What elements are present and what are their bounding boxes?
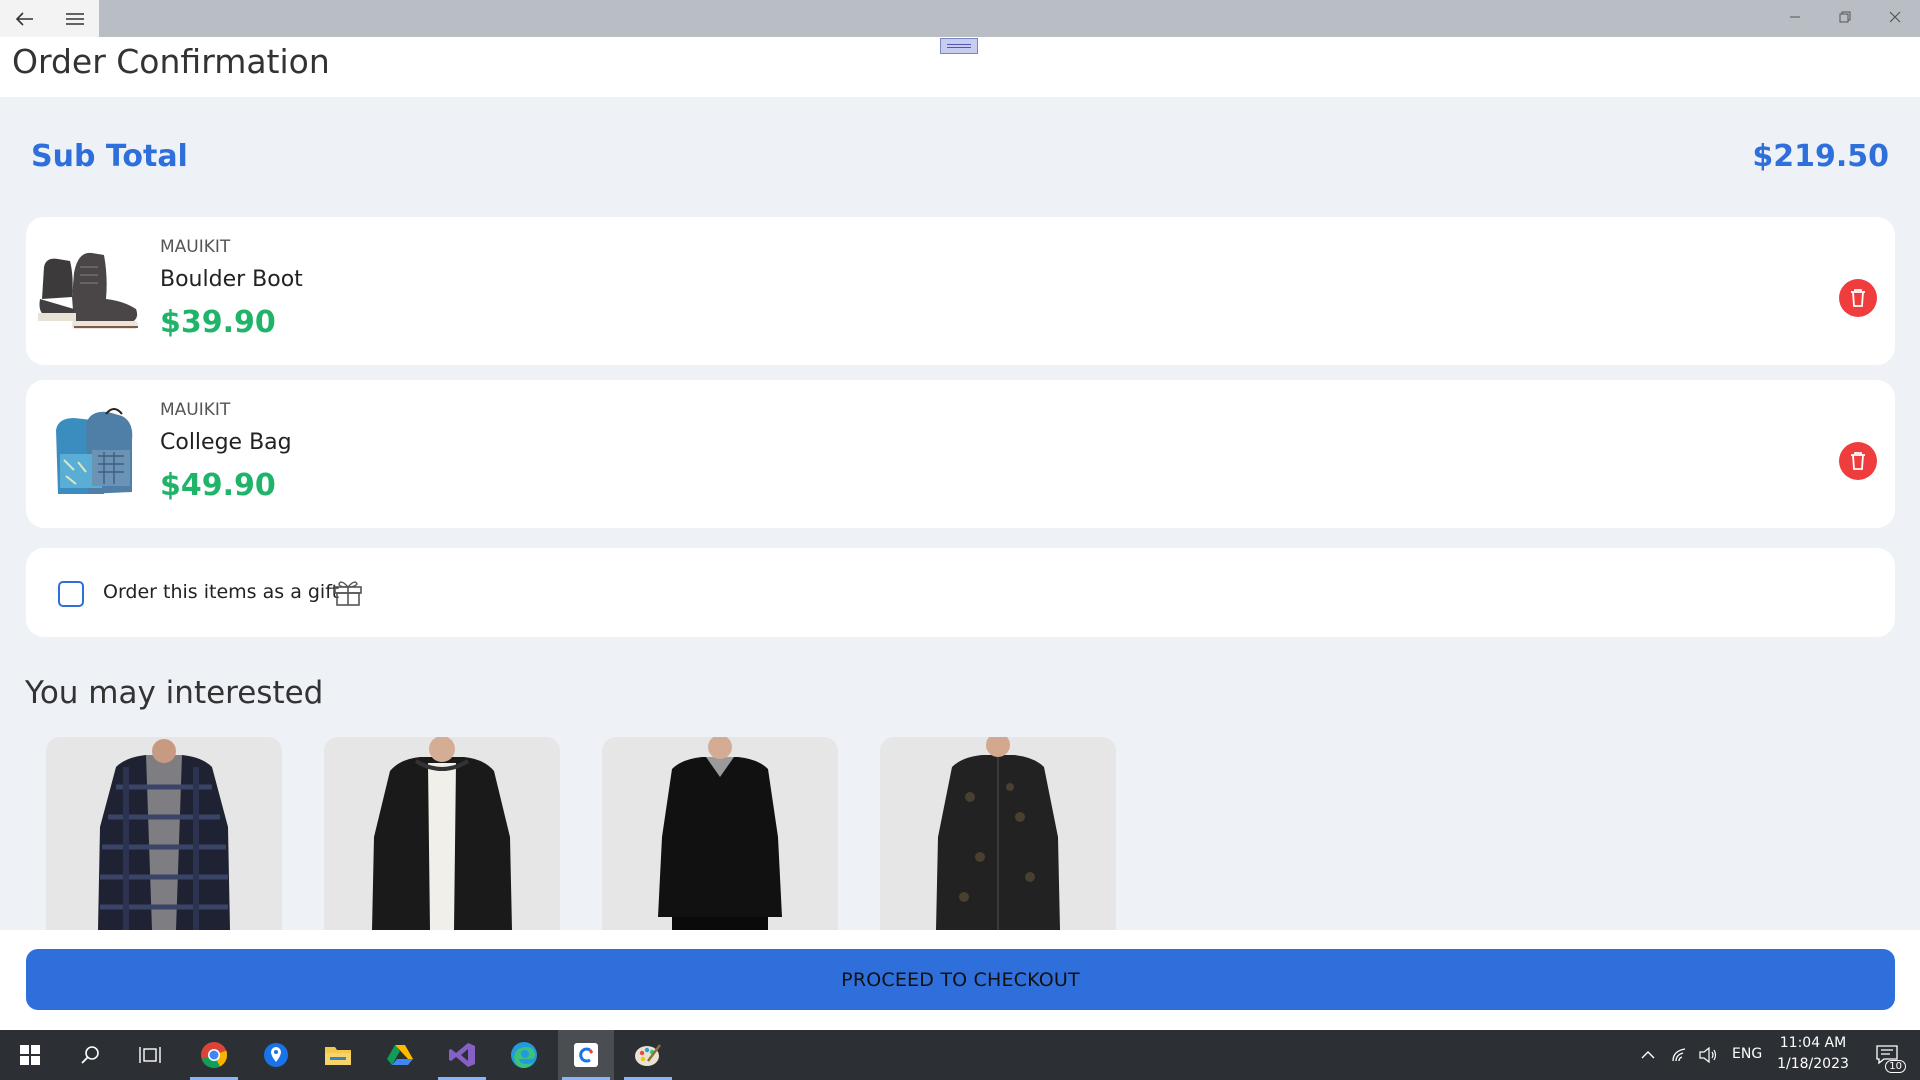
taskbar-edge[interactable] [496,1030,552,1080]
black-sweater-image [658,737,782,930]
search-button[interactable] [62,1030,118,1080]
recommendations-title: You may interested [25,675,324,711]
chevron-up-icon [1641,1051,1655,1059]
recommendation-card[interactable] [324,737,560,930]
title-bar-nav-area [0,0,99,37]
task-view-button[interactable] [122,1030,178,1080]
hamburger-menu-button[interactable] [50,0,99,37]
recommendation-card[interactable] [602,737,838,930]
network-button[interactable] [1668,1030,1692,1080]
recommendation-card[interactable] [46,737,282,930]
windows-logo-icon [20,1045,40,1065]
paint-palette-icon [635,1044,661,1066]
recommendation-card[interactable] [880,737,1116,930]
back-button[interactable] [0,0,49,37]
delete-item-button[interactable] [1839,279,1877,317]
taskbar-current-app[interactable] [558,1030,614,1080]
notification-count-badge: 10 [1885,1060,1906,1073]
printed-shirt-image [936,737,1060,930]
clock-time[interactable]: 11:04 AM [1778,1035,1848,1051]
gift-checkbox[interactable] [58,581,84,607]
visual-studio-icon [449,1043,475,1067]
backpack-image [56,408,133,494]
trash-icon [1851,289,1865,307]
taskbar-google-drive[interactable] [372,1030,428,1080]
page-title: Order Confirmation [12,42,330,81]
page-header: Order Confirmation [0,37,1920,97]
delete-item-button[interactable] [1839,442,1877,480]
search-icon [81,1046,99,1064]
close-icon [1889,11,1901,23]
volume-button[interactable] [1696,1030,1720,1080]
item-brand: MAUIKIT [160,237,231,257]
clock-date[interactable]: 1/18/2023 [1772,1056,1854,1072]
cart-item: MAUIKIT Boulder Boot $39.90 [26,217,1895,365]
window-title-bar [0,0,1920,37]
speaker-icon [1699,1047,1717,1063]
back-arrow-icon [15,11,33,26]
minimize-button[interactable] [1770,0,1820,34]
subtotal-label: Sub Total [31,139,188,174]
taskbar: ENG 11:04 AM 1/18/2023 10 [0,1030,1920,1080]
hamburger-icon [65,12,84,25]
drag-handle-icon [947,44,971,48]
item-price: $39.90 [160,305,276,340]
close-button[interactable] [1870,0,1920,34]
item-price: $49.90 [160,468,276,503]
taskbar-file-explorer[interactable] [310,1030,366,1080]
proceed-to-checkout-button[interactable]: PROCEED TO CHECKOUT [26,949,1895,1010]
start-button[interactable] [2,1030,58,1080]
gift-label: Order this items as a gift [103,581,340,603]
app-icon [574,1043,598,1067]
restore-button[interactable] [1820,0,1870,34]
google-drive-icon [387,1045,413,1065]
minimize-icon [1790,16,1800,18]
taskbar-maps[interactable] [248,1030,304,1080]
edge-icon [511,1042,537,1068]
taskbar-paint[interactable] [620,1030,676,1080]
black-hoodie-image [372,737,512,930]
cart-item: MAUIKIT College Bag $49.90 [26,380,1895,528]
boot-image [38,252,138,329]
trash-icon [1851,452,1865,470]
gift-option-card: Order this items as a gift [26,548,1895,637]
plaid-shirt-image [98,739,230,930]
item-name: College Bag [160,430,292,455]
drag-handle[interactable] [940,38,978,54]
notifications-button[interactable]: 10 [1862,1030,1912,1080]
taskbar-chrome[interactable] [186,1030,242,1080]
folder-icon [325,1047,351,1065]
item-brand: MAUIKIT [160,400,231,420]
restore-icon [1839,11,1851,23]
task-view-icon [139,1047,161,1063]
gift-icon [334,581,362,606]
subtotal-value: $219.50 [1752,139,1889,174]
language-indicator[interactable]: ENG [1732,1046,1762,1062]
maps-pin-icon [264,1043,288,1067]
wifi-icon [1672,1048,1686,1062]
show-hidden-icons-button[interactable] [1636,1030,1660,1080]
chrome-icon [201,1042,228,1068]
taskbar-visual-studio[interactable] [434,1030,490,1080]
item-name: Boulder Boot [160,267,303,292]
